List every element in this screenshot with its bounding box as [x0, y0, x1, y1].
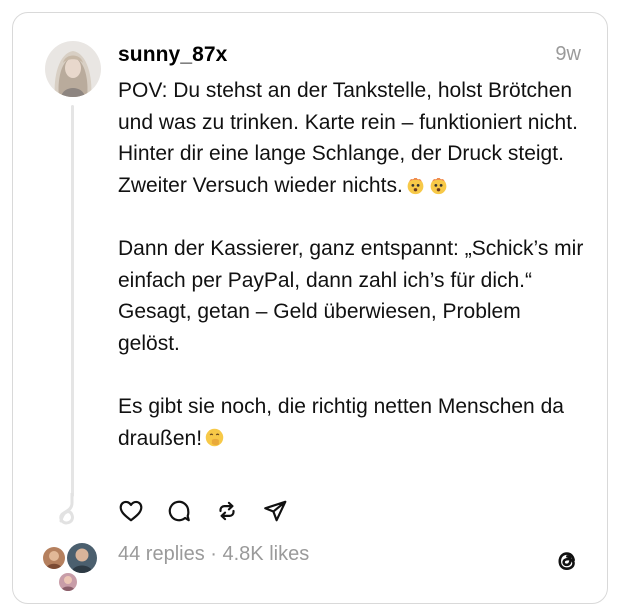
post-paragraph: Dann der Kassierer, ganz entspannt: „Sch… — [118, 233, 588, 359]
exploding-head-emoji-icon — [430, 174, 447, 194]
post-paragraph-text: Es gibt sie noch, die richtig netten Men… — [118, 394, 564, 450]
share-button[interactable] — [262, 495, 310, 527]
post-paragraph-text: Dann der Kassierer, ganz entspannt: „Sch… — [118, 236, 584, 355]
comment-icon — [168, 500, 190, 522]
repost-icon — [219, 501, 235, 521]
thread-line — [71, 105, 74, 497]
heart-icon — [119, 500, 143, 522]
post-actions — [118, 495, 310, 527]
reply-avatars — [41, 541, 111, 601]
thread-loop — [59, 493, 74, 525]
threads-logo-icon[interactable] — [553, 547, 581, 575]
exploding-head-emoji-icon — [407, 174, 424, 194]
post-paragraph: Es gibt sie noch, die richtig netten Men… — [118, 391, 588, 454]
post-timestamp: 9w — [555, 43, 581, 65]
reply-button[interactable] — [166, 495, 214, 527]
avatar — [65, 541, 99, 575]
send-icon — [264, 500, 287, 522]
post-stats[interactable]: 44 replies · 4.8K likes — [118, 543, 309, 566]
post-paragraph-text: POV: Du stehst an der Tankstelle, holst … — [118, 79, 578, 197]
avatar — [57, 571, 79, 593]
repost-button[interactable] — [214, 495, 262, 527]
post-paragraph: POV: Du stehst an der Tankstelle, holst … — [118, 75, 588, 201]
username[interactable]: sunny_87x — [118, 43, 227, 67]
post-text: POV: Du stehst an der Tankstelle, holst … — [118, 75, 588, 454]
like-button[interactable] — [118, 495, 166, 527]
avatar — [41, 545, 67, 571]
hand-over-mouth-emoji-icon — [205, 428, 224, 446]
post-card: sunny_87x 9w POV: Du stehst an der Tanks… — [12, 12, 608, 604]
avatar[interactable] — [45, 41, 101, 97]
